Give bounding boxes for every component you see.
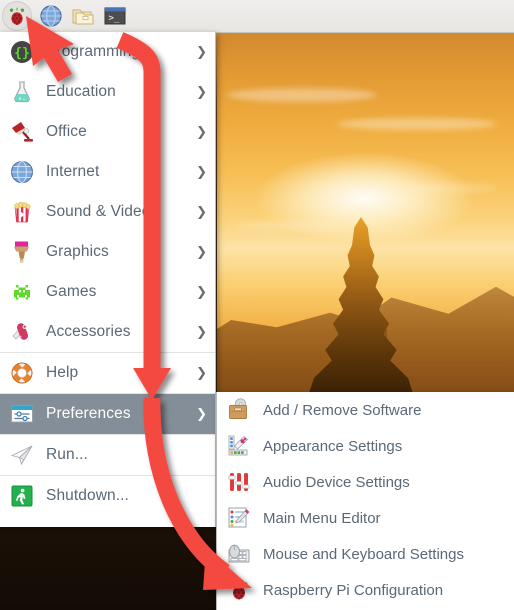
submenu-item-label: Add / Remove Software <box>263 401 422 419</box>
desktop-screen: >_ {} Programming ❯ Education ❯ Office ❯… <box>0 0 514 610</box>
raspberry-icon <box>9 7 25 25</box>
list-pencil-icon <box>225 504 253 532</box>
chevron-right-icon: ❯ <box>196 84 207 99</box>
menu-item-education[interactable]: Education ❯ <box>0 72 215 112</box>
submenu-item-label: Raspberry Pi Configuration <box>263 581 444 599</box>
menu-item-label: Games <box>46 283 97 300</box>
submenu-item-label: Appearance Settings <box>263 437 403 455</box>
chevron-right-icon: ❯ <box>196 406 207 421</box>
menu-item-graphics[interactable]: Graphics ❯ <box>0 232 215 272</box>
paper-plane-icon <box>8 441 36 469</box>
flask-icon <box>8 78 36 106</box>
menu-item-label: Preferences <box>46 405 131 422</box>
application-menu: {} Programming ❯ Education ❯ Office ❯ In… <box>0 32 216 527</box>
menu-item-label: Office <box>46 123 87 140</box>
briefcase-disc-icon <box>225 396 253 424</box>
menu-item-sound-and-video[interactable]: Sound & Video ❯ <box>0 192 215 232</box>
menu-item-label: Shutdown... <box>46 487 129 504</box>
menu-item-shutdown[interactable]: Shutdown... <box>0 476 215 516</box>
terminal-icon: >_ <box>104 7 126 25</box>
mouse-keyboard-icon <box>225 540 253 568</box>
submenu-item-mouse-and-keyboard-settings[interactable]: Mouse and Keyboard Settings <box>217 536 514 572</box>
chevron-right-icon: ❯ <box>196 204 207 219</box>
sliders-panel-icon <box>8 400 36 428</box>
globe-icon <box>40 5 62 27</box>
menu-item-label: Programming <box>46 43 141 60</box>
submenu-item-raspberry-pi-configuration[interactable]: Raspberry Pi Configuration <box>217 572 514 608</box>
life-ring-icon <box>8 359 36 387</box>
chevron-right-icon: ❯ <box>196 44 207 59</box>
raspberry-menu-button[interactable] <box>2 1 32 31</box>
submenu-item-label: Main Menu Editor <box>263 509 381 527</box>
menu-item-preferences[interactable]: Preferences ❯ <box>0 394 215 434</box>
web-browser-button[interactable] <box>36 1 66 31</box>
menu-item-label: Accessories <box>46 323 131 340</box>
taskbar: >_ <box>0 0 514 33</box>
globe-icon <box>8 158 36 186</box>
menu-item-label: Education <box>46 83 116 100</box>
terminal-button[interactable]: >_ <box>100 1 130 31</box>
popcorn-icon <box>8 198 36 226</box>
chevron-right-icon: ❯ <box>196 124 207 139</box>
sunset-pagoda-image <box>217 33 514 392</box>
pocket-knife-icon <box>8 318 36 346</box>
braces-icon: {} <box>8 38 36 66</box>
menu-item-programming[interactable]: {} Programming ❯ <box>0 32 215 72</box>
audio-sliders-icon <box>225 468 253 496</box>
menu-item-internet[interactable]: Internet ❯ <box>0 152 215 192</box>
preferences-submenu: Add / Remove Software Appearance Setting… <box>216 392 514 610</box>
chevron-right-icon: ❯ <box>196 284 207 299</box>
folder-icon <box>72 9 94 25</box>
menu-item-label: Sound & Video <box>46 203 151 220</box>
menu-item-label: Graphics <box>46 243 109 260</box>
svg-text:{}: {} <box>14 46 30 61</box>
chevron-right-icon: ❯ <box>196 365 207 380</box>
menu-item-run[interactable]: Run... <box>0 435 215 475</box>
menu-item-label: Run... <box>46 446 88 463</box>
chevron-right-icon: ❯ <box>196 164 207 179</box>
svg-text:>_: >_ <box>109 14 120 24</box>
color-palette-icon <box>225 432 253 460</box>
menu-item-label: Help <box>46 364 79 381</box>
raspberry-icon <box>225 576 253 604</box>
submenu-item-audio-device-settings[interactable]: Audio Device Settings <box>217 464 514 500</box>
submenu-item-add-remove-software[interactable]: Add / Remove Software <box>217 392 514 428</box>
menu-item-help[interactable]: Help ❯ <box>0 353 215 393</box>
file-manager-button[interactable] <box>68 1 98 31</box>
menu-item-label: Internet <box>46 163 100 180</box>
menu-item-accessories[interactable]: Accessories ❯ <box>0 312 215 352</box>
chevron-right-icon: ❯ <box>196 244 207 259</box>
submenu-item-label: Audio Device Settings <box>263 473 410 491</box>
desk-lamp-icon <box>8 118 36 146</box>
exit-running-man-icon <box>8 482 36 510</box>
menu-item-office[interactable]: Office ❯ <box>0 112 215 152</box>
paintbrush-icon <box>8 238 36 266</box>
submenu-item-label: Mouse and Keyboard Settings <box>263 545 464 563</box>
submenu-item-appearance-settings[interactable]: Appearance Settings <box>217 428 514 464</box>
space-invader-icon <box>8 278 36 306</box>
menu-item-games[interactable]: Games ❯ <box>0 272 215 312</box>
chevron-right-icon: ❯ <box>196 324 207 339</box>
submenu-item-main-menu-editor[interactable]: Main Menu Editor <box>217 500 514 536</box>
